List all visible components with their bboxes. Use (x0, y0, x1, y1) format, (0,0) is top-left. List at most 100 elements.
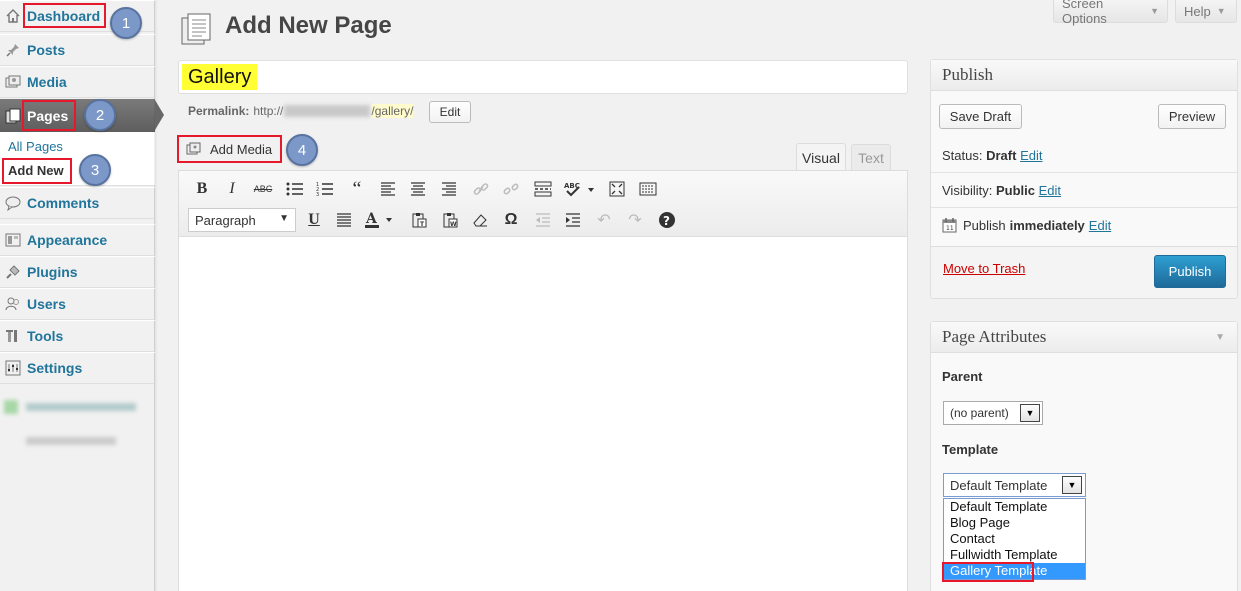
visibility-edit-link[interactable]: Edit (1039, 183, 1061, 198)
screen-options-tab[interactable]: Screen Options ▼ (1053, 0, 1168, 26)
align-right-icon[interactable] (437, 177, 461, 201)
kitchen-sink-icon[interactable] (636, 177, 660, 201)
permalink-edit-button[interactable]: Edit (429, 101, 471, 123)
menu-label: Media (27, 74, 67, 90)
template-option[interactable]: Fullwidth Template (944, 547, 1085, 563)
publish-heading-text: Publish (942, 65, 994, 84)
submenu-all-pages[interactable]: All Pages (8, 139, 63, 154)
status-label: Status: (942, 148, 983, 163)
parent-select-value: (no parent) (950, 406, 1009, 420)
parent-label: Parent (942, 369, 983, 384)
unlink-icon[interactable] (499, 177, 523, 201)
highlight-add-new (2, 158, 72, 184)
active-menu-arrow (155, 100, 164, 130)
dropdown-arrow-icon: ▼ (1020, 404, 1040, 422)
svg-text:?: ? (663, 214, 670, 228)
paste-word-icon[interactable]: W (438, 208, 462, 232)
template-select-value: Default Template (950, 477, 1048, 493)
italic-icon[interactable]: I (220, 177, 244, 201)
menu-appearance[interactable]: Appearance (0, 224, 155, 256)
status-edit-link[interactable]: Edit (1020, 148, 1042, 163)
justify-icon[interactable] (332, 208, 356, 232)
blockquote-icon[interactable]: “ (345, 177, 369, 201)
step-badge-4: 4 (286, 134, 318, 166)
indent-icon[interactable] (561, 208, 585, 232)
svg-text:3: 3 (316, 192, 319, 197)
comment-icon (4, 194, 22, 212)
more-tag-icon[interactable] (531, 177, 555, 201)
menu-comments[interactable]: Comments (0, 187, 155, 219)
highlight-add-media (177, 135, 282, 163)
visibility-row: Visibility: Public Edit (942, 183, 1061, 198)
highlight-gallery-template (942, 562, 1034, 582)
link-icon[interactable] (469, 177, 493, 201)
outdent-icon[interactable] (531, 208, 555, 232)
collapse-toggle-icon[interactable]: ▼ (1215, 332, 1225, 343)
bold-icon[interactable]: B (190, 177, 214, 201)
pages-icon (4, 107, 22, 125)
bullet-list-icon[interactable] (283, 177, 307, 201)
page-icon (180, 12, 214, 49)
caret-down-icon: ▼ (1150, 6, 1159, 16)
screen-options-label: Screen Options (1062, 0, 1107, 26)
menu-label: Comments (27, 195, 100, 211)
menu-tools[interactable]: Tools (0, 320, 155, 352)
move-to-trash-link[interactable]: Move to Trash (943, 261, 1025, 276)
tab-text[interactable]: Text (851, 144, 891, 171)
help-tab[interactable]: Help ▼ (1175, 0, 1237, 23)
save-draft-button[interactable]: Save Draft (939, 104, 1022, 129)
parent-select[interactable]: (no parent) ▼ (943, 401, 1043, 425)
page-title: Add New Page (225, 12, 392, 39)
title-input-value: Gallery (182, 64, 258, 90)
paste-text-icon[interactable]: T (407, 208, 431, 232)
help-icon[interactable]: ? (655, 208, 679, 232)
home-icon (4, 7, 22, 25)
svg-text:11: 11 (946, 225, 954, 232)
template-option[interactable]: Contact (944, 531, 1085, 547)
status-value: Draft (986, 148, 1017, 163)
underline-icon[interactable]: U (302, 208, 326, 232)
menu-plugins[interactable]: Plugins (0, 256, 155, 288)
permalink-slug[interactable]: /gallery/ (371, 104, 414, 118)
permalink-prefix: http:// (253, 104, 284, 118)
divider (931, 207, 1237, 208)
step-badge-1: 1 (110, 7, 142, 39)
menu-posts[interactable]: Posts (0, 34, 155, 66)
divider (931, 172, 1237, 173)
menu-media[interactable]: Media (0, 66, 155, 98)
eraser-icon[interactable] (468, 208, 492, 232)
format-select[interactable]: Paragraph ▼ (188, 208, 296, 232)
omega-icon[interactable]: Ω (499, 208, 523, 232)
strikethrough-icon[interactable]: ABC (251, 177, 275, 201)
menu-settings[interactable]: Settings (0, 352, 155, 384)
tab-visual[interactable]: Visual (796, 143, 846, 171)
svg-text:W: W (450, 221, 457, 228)
preview-button[interactable]: Preview (1158, 104, 1226, 129)
blurred-domain (284, 105, 371, 117)
publish-button[interactable]: Publish (1154, 255, 1226, 288)
align-center-icon[interactable] (406, 177, 430, 201)
menu-users[interactable]: Users (0, 288, 155, 320)
content-editor[interactable]: B I ABC 123 “ ABC Paragraph ▼ U A T W Ω … (178, 170, 908, 591)
schedule-edit-link[interactable]: Edit (1089, 218, 1111, 233)
template-option[interactable]: Blog Page (944, 515, 1085, 531)
media-icon (4, 73, 22, 91)
title-input[interactable] (178, 60, 908, 94)
template-option[interactable]: Default Template (944, 499, 1085, 515)
align-left-icon[interactable] (376, 177, 400, 201)
undo-icon[interactable]: ↶ (592, 208, 616, 232)
permalink-row: Permalink: http:// /gallery/ (188, 104, 414, 118)
schedule-row: 11 Publish immediately Edit (942, 217, 1111, 233)
text-color-icon[interactable]: A (362, 208, 398, 232)
template-select[interactable]: Default Template ▼ (943, 473, 1086, 497)
dropdown-arrow-icon: ▼ (1062, 476, 1082, 494)
numbered-list-icon[interactable]: 123 (313, 177, 337, 201)
menu-label: Plugins (27, 264, 78, 280)
publish-box-heading[interactable]: Publish (931, 60, 1237, 91)
settings-icon (4, 359, 22, 377)
spellcheck-icon[interactable]: ABC (563, 177, 597, 201)
redo-icon[interactable]: ↷ (623, 208, 647, 232)
help-label: Help (1184, 3, 1211, 19)
fullscreen-icon[interactable] (605, 177, 629, 201)
page-attributes-heading[interactable]: Page Attributes ▼ (931, 322, 1237, 353)
